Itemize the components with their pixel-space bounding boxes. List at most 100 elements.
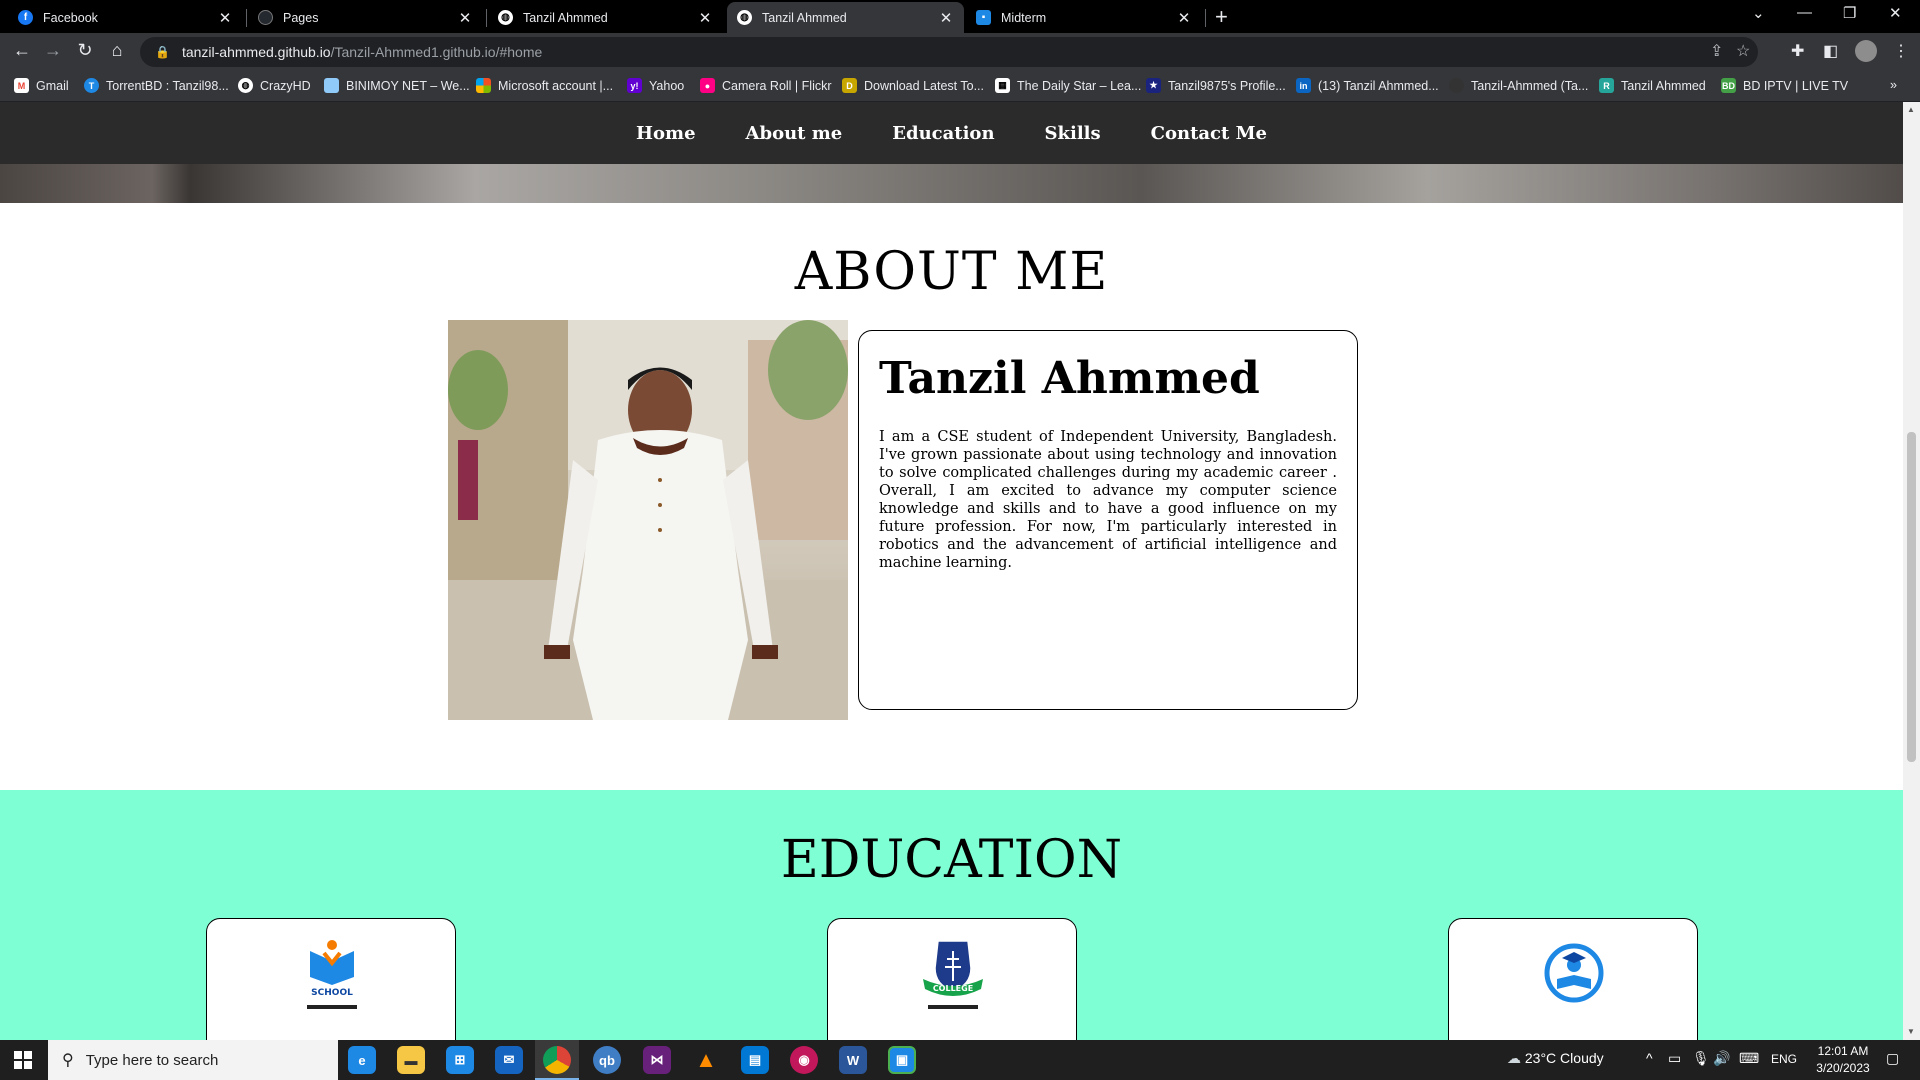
tab-midterm[interactable]: ▪ Midterm ✕ xyxy=(966,2,1202,33)
tab-facebook[interactable]: f Facebook ✕ xyxy=(8,2,243,33)
share-icon[interactable]: ⇪ xyxy=(1710,41,1723,61)
windows-taskbar: ⚲ Type here to search e ▬ ⊞ ✉ qb ⋈ ▲ ▤ ◉… xyxy=(0,1040,1920,1080)
chrome-icon[interactable] xyxy=(543,1046,571,1074)
taskbar-search[interactable]: ⚲ Type here to search xyxy=(48,1040,338,1080)
menu-icon[interactable]: ⋮ xyxy=(1893,41,1909,61)
system-clock[interactable]: 12:01 AM 3/20/2023 xyxy=(1803,1043,1883,1077)
university-logo-icon xyxy=(1544,943,1604,1003)
new-tab-button[interactable]: + xyxy=(1215,4,1228,30)
bookmark-linkedin[interactable]: in (13) Tanzil Ahmmed... xyxy=(1296,78,1439,93)
more-bookmarks-icon[interactable]: » xyxy=(1890,78,1897,92)
tab-pages[interactable]: Pages ✕ xyxy=(248,2,483,33)
bookmark-star-icon[interactable]: ☆ xyxy=(1736,41,1750,61)
clock-time: 12:01 AM xyxy=(1817,1044,1869,1058)
side-panel-icon[interactable]: ◧ xyxy=(1823,41,1838,61)
bookmark-crazyhd[interactable]: ◍ CrazyHD xyxy=(238,78,311,93)
minimize-icon[interactable]: — xyxy=(1797,4,1812,21)
mail-icon[interactable]: ✉ xyxy=(495,1046,523,1074)
url-path: /Tanzil-Ahmmed1.github.io/#home xyxy=(330,44,543,60)
download-site-icon: D xyxy=(842,78,857,93)
binimoy-icon xyxy=(324,78,339,93)
nav-skills[interactable]: Skills xyxy=(1045,123,1101,144)
close-tab-icon[interactable]: ✕ xyxy=(938,9,954,27)
microsoft-icon xyxy=(476,78,491,93)
edge-icon[interactable]: e xyxy=(348,1046,376,1074)
reload-icon[interactable]: ↻ xyxy=(73,40,97,61)
classroom-icon: ▪ xyxy=(976,10,991,25)
scrollbar-thumb[interactable] xyxy=(1907,432,1916,762)
education-card-university[interactable] xyxy=(1448,918,1698,1040)
file-explorer-icon[interactable]: ▬ xyxy=(397,1046,425,1074)
messenger-icon[interactable]: ◉ xyxy=(790,1046,818,1074)
close-tab-icon[interactable]: ✕ xyxy=(1176,9,1192,27)
back-icon[interactable]: ← xyxy=(10,40,34,61)
scroll-up-icon[interactable]: ▲ xyxy=(1907,105,1915,114)
education-card-school[interactable]: SCHOOL xyxy=(206,918,456,1040)
flickr-icon: ● xyxy=(700,78,715,93)
tray-chevron-icon[interactable]: ^ xyxy=(1646,1050,1653,1066)
visual-studio-icon[interactable]: ⋈ xyxy=(643,1046,671,1074)
extensions-icon[interactable]: ✚ xyxy=(1791,41,1804,61)
yahoo-icon: y! xyxy=(627,78,642,93)
nav-education[interactable]: Education xyxy=(892,123,994,144)
bookmark-microsoft[interactable]: Microsoft account |... xyxy=(476,78,613,93)
github-icon xyxy=(1449,78,1464,93)
home-icon[interactable]: ⌂ xyxy=(105,40,129,61)
bookmark-download[interactable]: D Download Latest To... xyxy=(842,78,984,93)
microphone-icon[interactable]: 🎙 xyxy=(1692,1050,1710,1067)
about-bio: I am a CSE student of Independent Univer… xyxy=(879,429,1337,571)
tab-tanzil-ahmmed-active[interactable]: ◍ Tanzil Ahmmed ✕ xyxy=(727,2,964,33)
bookmark-github[interactable]: Tanzil-Ahmmed (Ta... xyxy=(1449,78,1588,93)
bookmark-torrentbd[interactable]: T TorrentBD : Tanzil98... xyxy=(84,78,229,93)
close-tab-icon[interactable]: ✕ xyxy=(457,9,473,27)
restore-icon[interactable]: ❐ xyxy=(1843,4,1856,22)
tab-tanzil-ahmmed[interactable]: ◍ Tanzil Ahmmed ✕ xyxy=(488,2,723,33)
windows-start-icon[interactable] xyxy=(14,1051,32,1069)
close-tab-icon[interactable]: ✕ xyxy=(217,9,233,27)
bookmark-gmail[interactable]: M Gmail xyxy=(14,78,69,93)
github-icon xyxy=(258,10,273,25)
volume-icon[interactable]: 🔊 xyxy=(1713,1050,1730,1067)
qbittorrent-icon[interactable]: qb xyxy=(593,1046,621,1074)
daily-star-icon: ▦ xyxy=(995,78,1010,93)
site-navbar: Home About me Education Skills Contact M… xyxy=(0,102,1903,164)
close-tab-icon[interactable]: ✕ xyxy=(697,9,713,27)
bookmark-yahoo[interactable]: y! Yahoo xyxy=(627,78,684,93)
bookmark-daily-star[interactable]: ▦ The Daily Star – Lea... xyxy=(995,78,1141,93)
education-title: EDUCATION xyxy=(780,830,1123,890)
about-title: ABOUT ME xyxy=(794,242,1109,302)
word-icon[interactable]: W xyxy=(839,1046,867,1074)
network-icon[interactable]: ▭ xyxy=(1668,1050,1681,1067)
url-host: tanzil-ahmmed.github.io xyxy=(181,44,331,60)
tab-title: Tanzil Ahmmed xyxy=(762,10,847,25)
address-bar[interactable]: 🔒 tanzil-ahmmed.github.io/Tanzil-Ahmmed1… xyxy=(140,37,1758,67)
scroll-down-icon[interactable]: ▼ xyxy=(1907,1027,1915,1036)
notifications-icon[interactable]: ▢ xyxy=(1886,1050,1899,1067)
school-logo-icon: SCHOOL xyxy=(307,940,357,1009)
weather-widget[interactable]: ☁ 23°C Cloudy xyxy=(1507,1050,1604,1067)
page-scrollbar[interactable]: ▲ ▼ xyxy=(1903,102,1920,1040)
education-card-college[interactable]: COLLEGE xyxy=(827,918,1077,1040)
nav-home[interactable]: Home xyxy=(636,123,696,144)
bookmark-profile[interactable]: ★ Tanzil9875's Profile... xyxy=(1146,78,1286,93)
bookmark-tanzil[interactable]: R Tanzil Ahmmed xyxy=(1599,78,1706,93)
page-viewport: Home About me Education Skills Contact M… xyxy=(0,102,1903,1040)
globe-icon: ◍ xyxy=(238,78,253,93)
tab-title: Facebook xyxy=(43,10,98,25)
close-window-icon[interactable]: ✕ xyxy=(1889,4,1902,22)
tab-search-icon[interactable]: ⌄ xyxy=(1752,4,1765,22)
bookmark-bdiptv[interactable]: BD BD IPTV | LIVE TV xyxy=(1721,78,1848,93)
nav-contact[interactable]: Contact Me xyxy=(1151,123,1267,144)
bookmark-flickr[interactable]: ● Camera Roll | Flickr xyxy=(700,78,832,93)
bookmark-binimoy[interactable]: BINIMOY NET – We... xyxy=(324,78,470,93)
nav-about[interactable]: About me xyxy=(746,123,843,144)
language-indicator[interactable]: ENG xyxy=(1771,1052,1797,1066)
cloud-icon: ☁ xyxy=(1507,1050,1521,1066)
profile-avatar[interactable] xyxy=(1855,40,1877,62)
app-window-icon[interactable]: ▤ xyxy=(741,1046,769,1074)
image-viewer-icon[interactable]: ▣ xyxy=(888,1046,916,1074)
store-icon[interactable]: ⊞ xyxy=(446,1046,474,1074)
vlc-icon[interactable]: ▲ xyxy=(692,1046,720,1074)
keyboard-icon[interactable]: ⌨ xyxy=(1739,1050,1759,1067)
forward-icon[interactable]: → xyxy=(41,40,65,61)
